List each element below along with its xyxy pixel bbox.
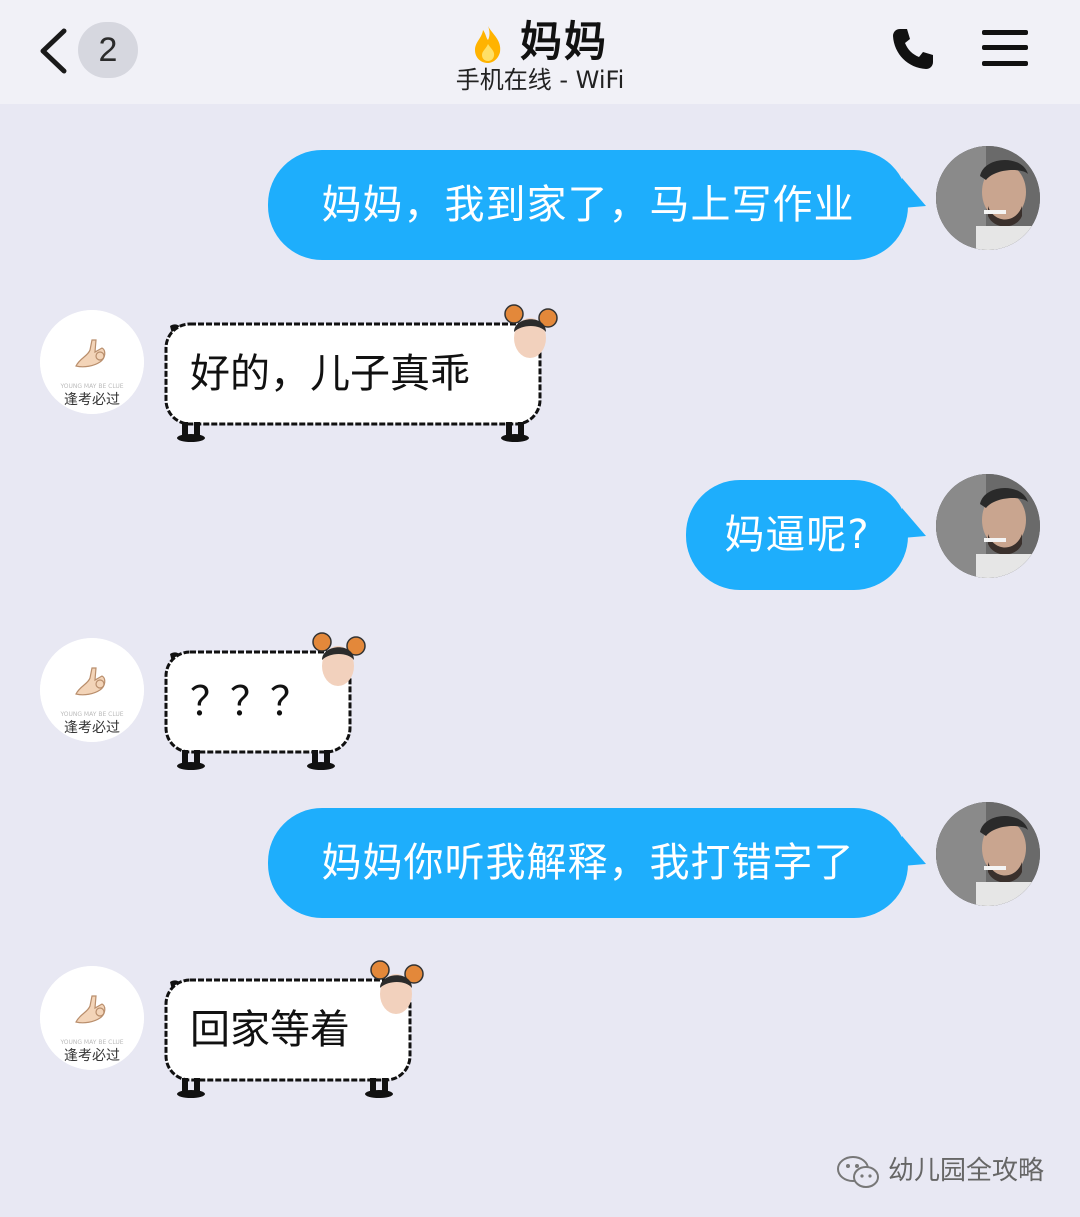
incoming-bubble[interactable]: 好的，儿子真乖 [156, 304, 558, 442]
avatar-caption: 逢考必过 [64, 1048, 120, 1064]
watermark: 幼儿园全攻略 [836, 1150, 1044, 1189]
wechat-icon [837, 1155, 879, 1188]
chat-header: 2 妈妈 手机在线 - WiFi [0, 0, 1080, 104]
menu-button[interactable] [982, 28, 1028, 72]
outgoing-bubble[interactable]: 妈妈，我到家了，马上写作业 [268, 150, 926, 260]
my-avatar[interactable] [936, 146, 1040, 250]
hamburger-menu-icon [982, 30, 1028, 66]
avatar-small-text: YOUNG MAY BE CLUE [59, 711, 123, 718]
boy-sticker-icon [504, 304, 558, 358]
my-avatar[interactable] [936, 802, 1040, 906]
chat-title: 妈妈 [519, 17, 608, 66]
outgoing-bubble[interactable]: 妈妈你听我解释，我打错字了 [268, 808, 926, 918]
mom-avatar[interactable]: YOUNG MAY BE CLUE 逢考必过 [40, 966, 144, 1070]
watermark-text: 幼儿园全攻略 [888, 1156, 1045, 1186]
message-text: 妈妈你听我解释，我打错字了 [321, 840, 855, 886]
message-row: 妈逼呢? [0, 474, 1080, 594]
message-text: ？？？ [190, 679, 310, 725]
avatar-caption: 逢考必过 [64, 720, 120, 736]
outgoing-bubble[interactable]: 妈逼呢? [686, 480, 926, 590]
mom-avatar[interactable]: YOUNG MAY BE CLUE 逢考必过 [40, 310, 144, 414]
avatar-small-text: YOUNG MAY BE CLUE [59, 1039, 123, 1046]
message-row: 妈妈，我到家了，马上写作业 [0, 146, 1080, 266]
message-text: 回家等着 [190, 1007, 350, 1053]
avatar-caption: 逢考必过 [64, 392, 120, 408]
message-text: 好的，儿子真乖 [190, 351, 470, 397]
boy-sticker-icon [312, 632, 366, 686]
boy-sticker-icon [370, 960, 424, 1014]
incoming-bubble[interactable]: ？？？ [156, 632, 366, 770]
message-text: 妈妈，我到家了，马上写作业 [321, 182, 855, 228]
message-row: 妈妈你听我解释，我打错字了 [0, 802, 1080, 922]
message-text: 妈逼呢? [724, 512, 870, 558]
message-row: YOUNG MAY BE CLUE 逢考必过 回家等着 [0, 956, 1080, 1106]
phone-icon [893, 29, 933, 69]
my-avatar[interactable] [936, 474, 1040, 578]
mom-avatar[interactable]: YOUNG MAY BE CLUE 逢考必过 [40, 638, 144, 742]
call-button[interactable] [890, 26, 936, 76]
message-row: YOUNG MAY BE CLUE 逢考必过 ？？？ [0, 628, 1080, 778]
avatar-small-text: YOUNG MAY BE CLUE [59, 383, 123, 390]
incoming-bubble[interactable]: 回家等着 [156, 960, 424, 1098]
message-row: YOUNG MAY BE CLUE 逢考必过 好的，儿子真乖 [0, 300, 1080, 450]
